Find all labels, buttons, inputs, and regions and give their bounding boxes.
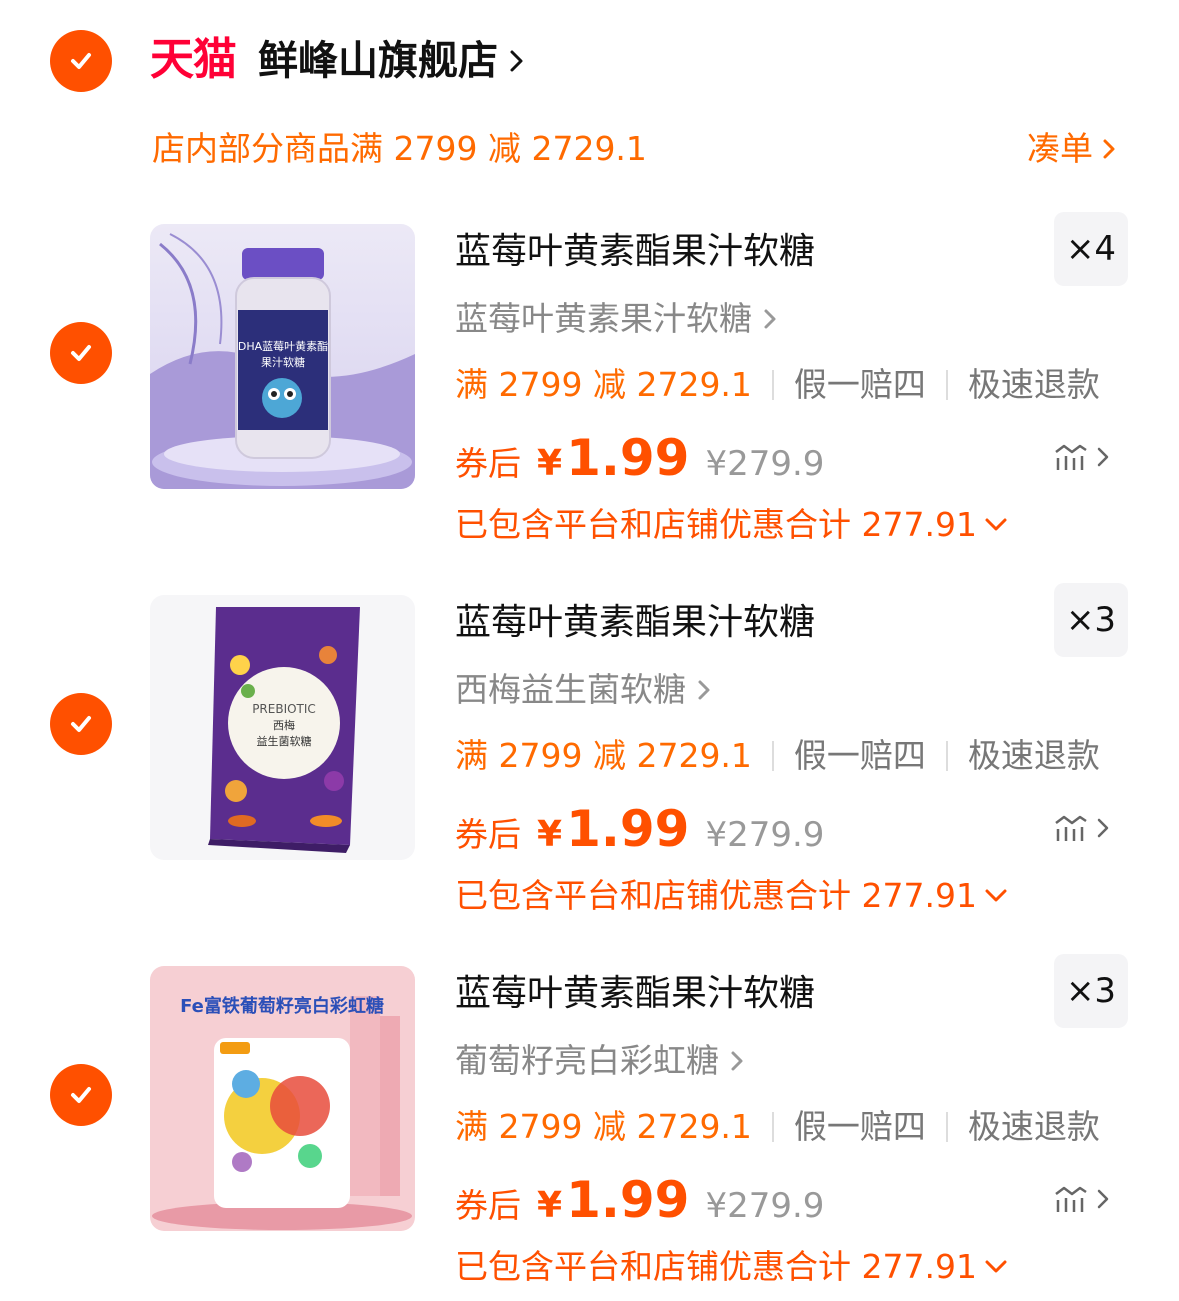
discount-summary[interactable]: 已包含平台和店铺优惠合计 277.91 (455, 502, 1009, 548)
shop-name: 鲜峰山旗舰店 (258, 38, 498, 84)
bottle-label-line2: 果汁软糖 (261, 355, 305, 369)
candy-pouch-icon: Fe富铁葡萄籽亮白彩虹糖 (150, 966, 415, 1231)
checkmark-icon (71, 1087, 91, 1103)
chevron-down-icon (985, 1260, 1007, 1273)
promo-tag: 满 2799 减 2729.1 (455, 1107, 752, 1146)
item-tags: 满 2799 减 2729.1 假一赔四 极速退款 (455, 733, 1100, 779)
add-on-order-link[interactable]: 凑单 (1027, 126, 1117, 172)
item-title[interactable]: 蓝莓叶黄素酯果汁软糖 (455, 970, 815, 1018)
box-label-line1: PREBIOTIC (252, 702, 316, 716)
sku-label: 蓝莓叶黄素果汁软糖 (455, 299, 752, 338)
original-price: ¥279.9 (705, 1186, 825, 1226)
sku-selector[interactable]: 蓝莓叶黄素果汁软糖 (455, 296, 778, 342)
promo-tag: 满 2799 减 2729.1 (455, 736, 752, 775)
price-row: 券后 ¥ 1.99 ¥279.9 (455, 429, 824, 493)
sku-label: 葡萄籽亮白彩虹糖 (455, 1041, 719, 1080)
add-on-order-label: 凑单 (1027, 129, 1093, 168)
shop-promo-bar: 店内部分商品满 2799 减 2729.1 凑单 (0, 122, 1179, 178)
currency-symbol: ¥ (537, 1185, 563, 1226)
discount-summary-text: 已包含平台和店铺优惠合计 277.91 (455, 876, 977, 915)
product-image[interactable]: PREBIOTIC 西梅 益生菌软糖 (150, 595, 415, 860)
tag-divider (945, 370, 948, 400)
price-row: 券后 ¥ 1.99 ¥279.9 (455, 1171, 824, 1235)
item-title[interactable]: 蓝莓叶黄素酯果汁软糖 (455, 599, 815, 647)
fake-compensation-tag: 假一赔四 (793, 1107, 926, 1146)
tag-divider (771, 370, 774, 400)
checkmark-icon (71, 345, 91, 361)
discount-summary[interactable]: 已包含平台和店铺优惠合计 277.91 (455, 873, 1009, 919)
chevron-right-icon (731, 1051, 743, 1071)
quantity-button[interactable]: ×3 (1054, 954, 1128, 1028)
chevron-right-icon (764, 309, 776, 329)
item-tags: 满 2799 减 2729.1 假一赔四 极速退款 (455, 1104, 1100, 1150)
product-image[interactable]: DHA蓝莓叶黄素酯 果汁软糖 (150, 224, 415, 489)
sku-selector[interactable]: 西梅益生菌软糖 (455, 667, 712, 713)
box-label-line3: 益生菌软糖 (257, 734, 312, 748)
fake-compensation-tag: 假一赔四 (793, 736, 926, 775)
fast-refund-tag: 极速退款 (967, 736, 1100, 775)
chevron-right-icon (1097, 1189, 1109, 1209)
cart-item: DHA蓝莓叶黄素酯 果汁软糖 蓝莓叶黄素酯果汁软糖 ×4 蓝莓叶黄素果汁软糖 满… (0, 212, 1179, 574)
bottle-label-line1: DHA蓝莓叶黄素酯 (238, 339, 328, 353)
chevron-right-icon (1097, 818, 1109, 838)
discount-summary-text: 已包含平台和店铺优惠合计 277.91 (455, 1247, 977, 1286)
checkmark-icon (71, 716, 91, 732)
chevron-right-icon (510, 50, 523, 72)
price-row: 券后 ¥ 1.99 ¥279.9 (455, 800, 824, 864)
fast-refund-tag: 极速退款 (967, 1107, 1100, 1146)
chevron-right-icon (698, 680, 710, 700)
quantity-button[interactable]: ×3 (1054, 583, 1128, 657)
final-price: 1.99 (566, 429, 690, 487)
final-price: 1.99 (566, 1171, 690, 1229)
chevron-down-icon (985, 518, 1007, 531)
tag-divider (771, 741, 774, 771)
original-price: ¥279.9 (705, 444, 825, 484)
price-trend-button[interactable] (1054, 1184, 1110, 1214)
price-trend-icon (1055, 1186, 1087, 1212)
cart-item: Fe富铁葡萄籽亮白彩虹糖 蓝莓叶黄素酯果汁软糖 ×3 葡萄籽亮白彩虹糖 满 27… (0, 954, 1179, 1301)
shop-name-link[interactable]: 鲜峰山旗舰店 (258, 36, 526, 86)
fast-refund-tag: 极速退款 (967, 365, 1100, 404)
sku-label: 西梅益生菌软糖 (455, 670, 686, 709)
shop-header: 天猫 鲜峰山旗舰店 (0, 0, 1179, 120)
original-price: ¥279.9 (705, 815, 825, 855)
price-trend-button[interactable] (1054, 442, 1110, 472)
discount-summary[interactable]: 已包含平台和店铺优惠合计 277.91 (455, 1244, 1009, 1290)
item-select-checkbox[interactable] (50, 693, 112, 755)
tag-divider (771, 1112, 774, 1142)
product-image[interactable]: Fe富铁葡萄籽亮白彩虹糖 (150, 966, 415, 1231)
sku-selector[interactable]: 葡萄籽亮白彩虹糖 (455, 1038, 745, 1084)
box-label-line2: 西梅 (273, 718, 295, 732)
discount-summary-text: 已包含平台和店铺优惠合计 277.91 (455, 505, 977, 544)
checkmark-icon (71, 53, 91, 69)
after-coupon-label: 券后 (455, 815, 521, 854)
chevron-right-icon (1103, 139, 1115, 159)
after-coupon-label: 券后 (455, 1186, 521, 1225)
prebiotic-box-icon: PREBIOTIC 西梅 益生菌软糖 (150, 595, 415, 860)
tag-divider (945, 741, 948, 771)
chevron-right-icon (1097, 447, 1109, 467)
final-price: 1.99 (566, 800, 690, 858)
quantity-button[interactable]: ×4 (1054, 212, 1128, 286)
chevron-down-icon (985, 889, 1007, 902)
shop-select-checkbox[interactable] (50, 30, 112, 92)
tmall-logo: 天猫 (150, 34, 237, 85)
cart-item: PREBIOTIC 西梅 益生菌软糖 蓝莓叶黄素酯果汁软糖 ×3 西梅益生菌软糖… (0, 583, 1179, 945)
currency-symbol: ¥ (537, 443, 563, 484)
pouch-banner: Fe富铁葡萄籽亮白彩虹糖 (180, 995, 384, 1017)
price-trend-button[interactable] (1054, 813, 1110, 843)
item-select-checkbox[interactable] (50, 322, 112, 384)
fake-compensation-tag: 假一赔四 (793, 365, 926, 404)
after-coupon-label: 券后 (455, 444, 521, 483)
currency-symbol: ¥ (537, 814, 563, 855)
item-title[interactable]: 蓝莓叶黄素酯果汁软糖 (455, 228, 815, 276)
price-trend-icon (1055, 444, 1087, 470)
shop-promo-text: 店内部分商品满 2799 减 2729.1 (152, 129, 647, 168)
tag-divider (945, 1112, 948, 1142)
item-select-checkbox[interactable] (50, 1064, 112, 1126)
price-trend-icon (1055, 815, 1087, 841)
promo-tag: 满 2799 减 2729.1 (455, 365, 752, 404)
gummy-bottle-icon: DHA蓝莓叶黄素酯 果汁软糖 (150, 224, 415, 489)
item-tags: 满 2799 减 2729.1 假一赔四 极速退款 (455, 362, 1100, 408)
